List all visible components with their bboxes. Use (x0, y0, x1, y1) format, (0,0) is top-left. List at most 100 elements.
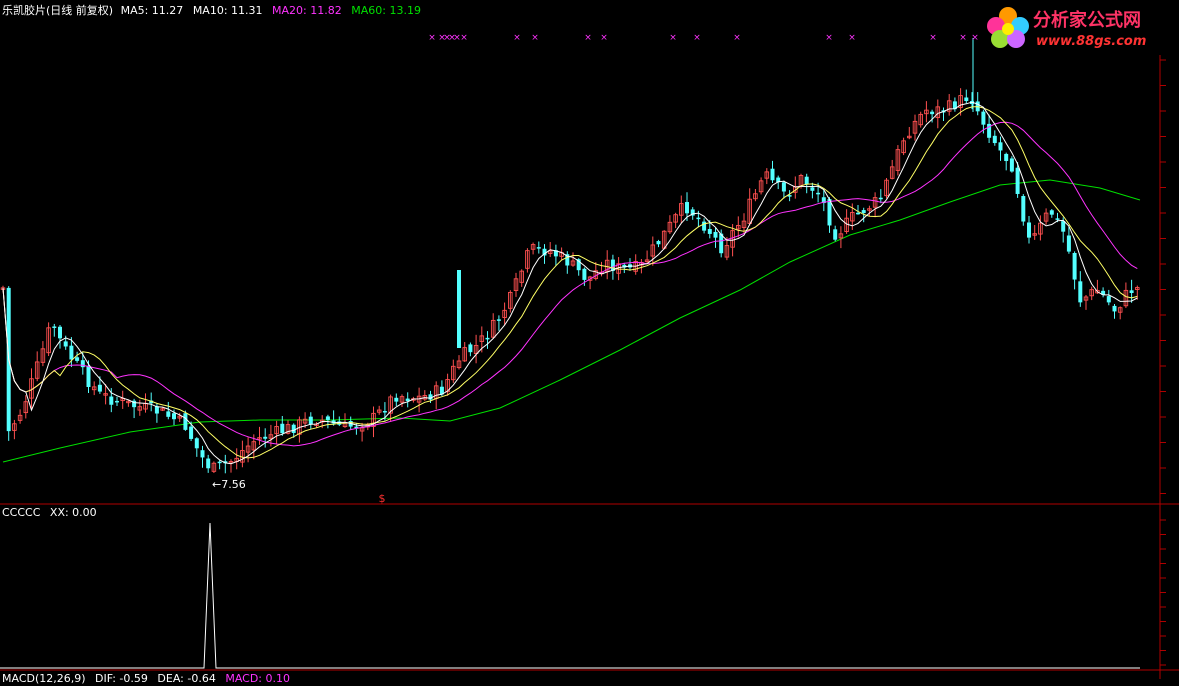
candle-body (58, 326, 62, 339)
candle-body (1066, 235, 1071, 252)
candle-body (1129, 290, 1134, 293)
candle-body (1009, 158, 1014, 172)
candle-body (52, 326, 57, 328)
ma5-line (2, 101, 1138, 465)
candle-body (86, 365, 91, 387)
candle-body (713, 231, 718, 238)
candle-body (861, 210, 866, 214)
candle-body (878, 197, 883, 200)
signal-marker: × (428, 33, 436, 43)
candle-body (263, 436, 268, 439)
signal-marker: × (460, 33, 468, 43)
annotations: ←7.56 $ (212, 478, 386, 505)
candle-body (1055, 218, 1060, 220)
logo-text: 分析家公式网 (1033, 10, 1141, 31)
xx-path (0, 522, 1140, 669)
signal-marker: × (513, 33, 521, 43)
candle-body (69, 345, 74, 360)
candle-body (810, 187, 815, 191)
candle-body (856, 212, 860, 215)
dollar-annotation: $ (379, 492, 386, 505)
candle-body (998, 142, 1003, 151)
indicator-label: CCCCC (2, 506, 41, 519)
site-logo: 分析家公式网 www.88gs.com (978, 2, 1174, 52)
ma10-path (2, 106, 1138, 459)
candle-body (930, 111, 935, 115)
candle-body (468, 344, 473, 353)
candle-body (200, 450, 205, 458)
candle-body (770, 168, 775, 181)
candle-body (189, 426, 194, 439)
candle-body (217, 461, 222, 464)
ma5-path (2, 101, 1138, 465)
ma10-line (2, 106, 1138, 459)
signal-marker: × (733, 33, 741, 43)
stock-title: 乐凯胶片(日线 前复权) (2, 4, 114, 17)
candle-body (308, 416, 313, 425)
xx-label: XX: 0.00 (49, 506, 97, 519)
candle-body (382, 410, 387, 413)
candle-body (981, 111, 986, 125)
candle-body (781, 182, 786, 192)
signal-marker: × (584, 33, 592, 43)
candle-body (97, 384, 102, 392)
candle-body (75, 357, 80, 361)
candle-body (280, 423, 285, 434)
candle-body (536, 247, 541, 249)
low-price-annotation: ←7.56 (212, 478, 246, 491)
candle-body (582, 268, 587, 280)
candle-body (992, 135, 997, 144)
xx-indicator-line (0, 522, 1140, 669)
candle-body (696, 217, 701, 220)
signal-marker: × (669, 33, 677, 43)
candle-body (172, 413, 176, 420)
candle-body (1049, 210, 1054, 215)
candle-body (833, 229, 838, 240)
candle-body (291, 424, 296, 433)
candle-body (194, 438, 199, 449)
candle-body (206, 458, 211, 469)
candle-body (485, 337, 490, 340)
candle-body (707, 229, 712, 234)
signal-marker: × (959, 33, 967, 43)
candle-body (804, 176, 809, 185)
candle-body (1112, 305, 1117, 312)
candle-body (1015, 167, 1020, 194)
signal-marker: × (531, 33, 539, 43)
candle-body (1021, 196, 1026, 222)
candle-body (109, 396, 114, 405)
signal-marker: × (600, 33, 608, 43)
signal-markers: × ×××× × × × × × × × × × × × × × (428, 33, 979, 43)
candle-body (685, 202, 689, 214)
signal-marker: × (848, 33, 856, 43)
candle-body (656, 241, 661, 245)
ma20-line (2, 121, 1138, 447)
candle-body (115, 400, 119, 403)
chart-canvas: × ×××× × × × × × × × × × × × × × ←7.56$ (0, 33, 1179, 679)
candle-body (183, 413, 188, 430)
signal-marker: × (693, 33, 701, 43)
candle-body (457, 270, 461, 348)
ma20-path (2, 121, 1138, 447)
ma10-label: MA10: 11.31 (192, 4, 263, 17)
candle-body (1061, 221, 1066, 232)
candle-body (325, 416, 330, 420)
ma20-label: MA20: 11.82 (272, 4, 342, 17)
candle-body (166, 411, 171, 417)
ma5-label: MA5: 11.27 (120, 4, 184, 17)
candle-body (1004, 153, 1009, 162)
candle-body (1078, 281, 1083, 303)
candle-body (1027, 222, 1031, 238)
candle-body (1106, 296, 1111, 303)
candle-body (702, 221, 707, 231)
signal-marker: × (825, 33, 833, 43)
candle-body (964, 97, 969, 102)
candle-body (63, 341, 68, 347)
ma60-label: MA60: 13.19 (351, 4, 421, 17)
signal-marker: × (929, 33, 937, 43)
candle-body (80, 360, 85, 368)
candle-body (496, 319, 501, 321)
candle-body (394, 397, 399, 402)
flower-logo-icon (987, 7, 1029, 48)
candle-body (816, 192, 821, 195)
